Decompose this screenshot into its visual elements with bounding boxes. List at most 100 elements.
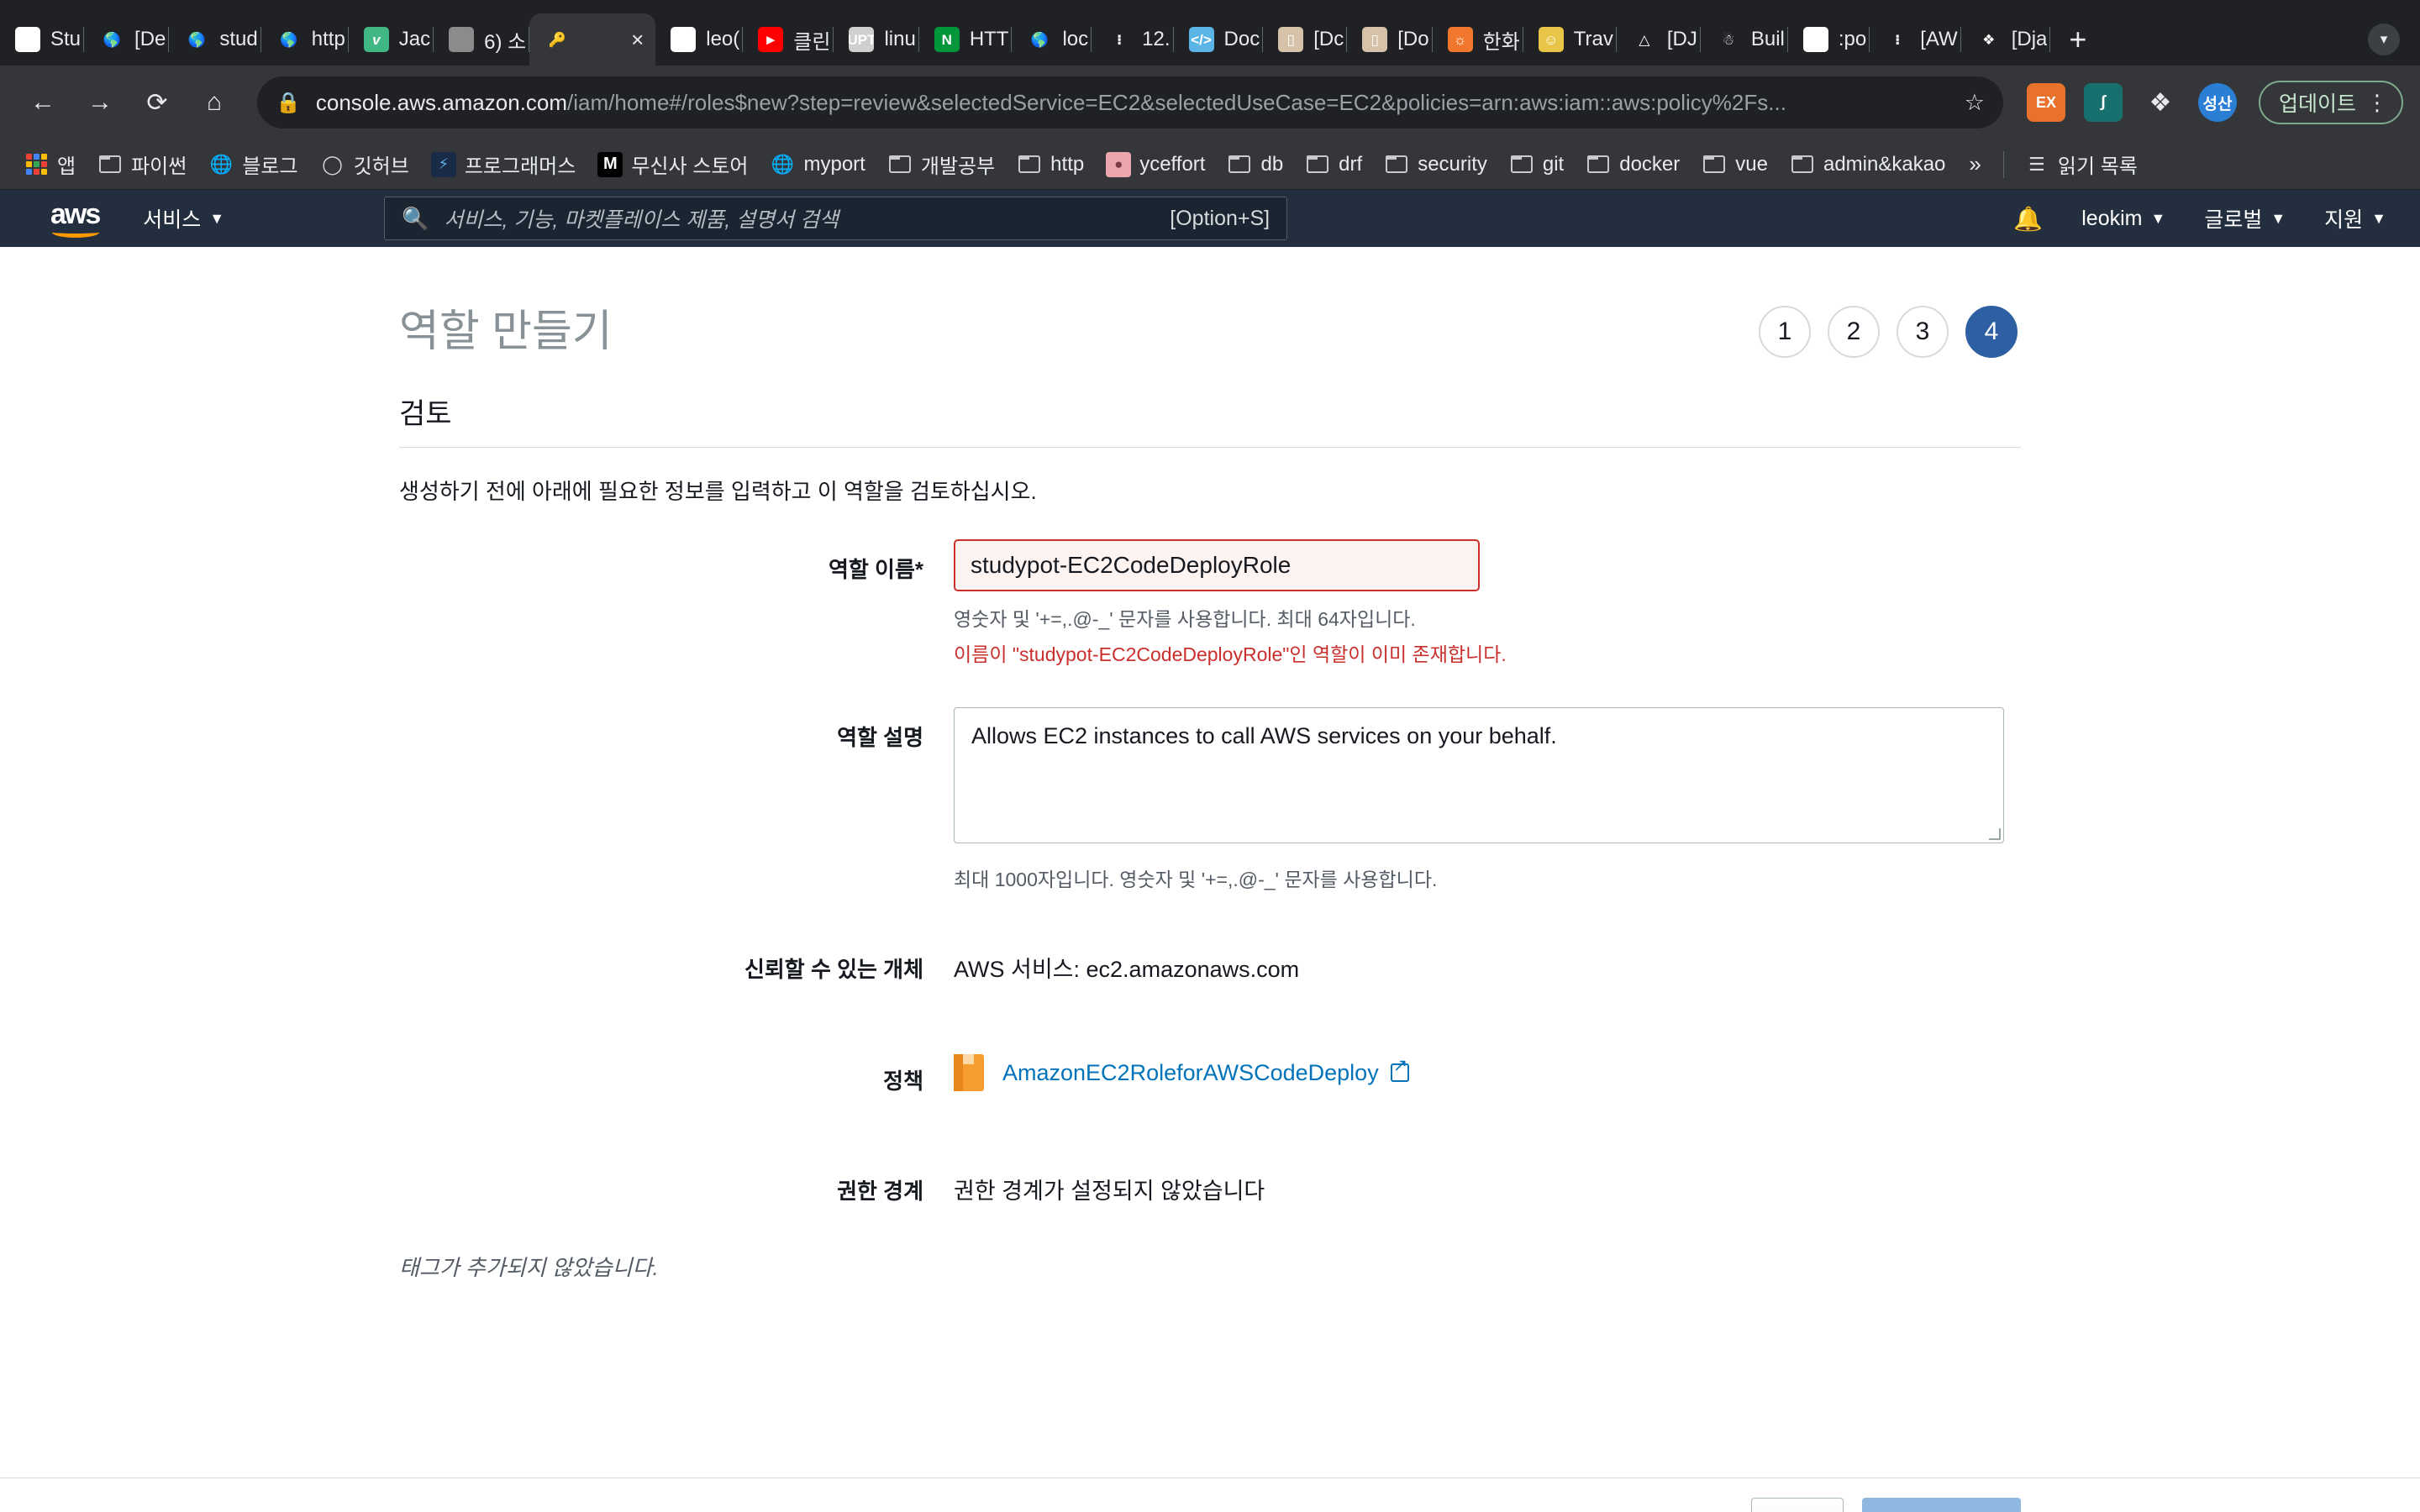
bookmark-folder-vue[interactable]: vue — [1691, 147, 1778, 182]
puzzle-extension-icon[interactable]: ❖ — [2141, 83, 2180, 122]
reading-list-button[interactable]: ☰ 읽기 목록 — [2014, 144, 2148, 184]
account-menu[interactable]: leokim ▼ — [2081, 207, 2165, 231]
browser-tab[interactable]: 🌎 stud — [169, 13, 262, 66]
bookmark-folder-python[interactable]: 파이썬 — [87, 144, 197, 184]
browser-tab[interactable]: ► 클린 — [743, 13, 834, 66]
window-menu-icon[interactable]: ▾ — [2368, 24, 2400, 55]
bookmark-musinsa[interactable]: M 무신사 스토어 — [587, 144, 758, 184]
folder-icon — [1702, 152, 1727, 177]
step-3[interactable]: 3 — [1897, 306, 1949, 358]
browser-tab[interactable]: ☃ Buil — [1701, 13, 1788, 66]
nginx-icon: N — [934, 27, 960, 52]
bookmark-folder-git[interactable]: git — [1499, 147, 1574, 182]
kebab-menu-icon[interactable]: ⋮ — [2366, 90, 2388, 116]
bookmark-star-icon[interactable]: ☆ — [1965, 90, 1985, 116]
step-1[interactable]: 1 — [1759, 306, 1811, 358]
avatar-icon: ● — [1106, 151, 1132, 177]
bookmarks-overflow-icon[interactable]: » — [1957, 151, 1992, 177]
browser-window: ● Stu 🌎 [De 🌎 stud 🌎 http v Jac 6) 소 🔑 × — [0, 0, 2420, 190]
bookmark-folder-drf[interactable]: drf — [1295, 147, 1372, 182]
bookmark-blog[interactable]: 🌐 블로그 — [198, 144, 308, 184]
browser-tab[interactable]: ❖ [Dja — [1961, 13, 2051, 66]
bookmark-label: 앱 — [57, 155, 76, 178]
step-2[interactable]: 2 — [1828, 306, 1880, 358]
vue-icon: v — [363, 27, 389, 52]
role-name-control: studypot-EC2CodeDeployRole 영숫자 및 '+=,.@-… — [954, 539, 2021, 667]
update-label: 업데이트 — [2278, 92, 2356, 116]
section-title: 검토 — [399, 391, 2021, 448]
new-tab-button[interactable]: + — [2050, 13, 2105, 66]
forward-button[interactable]: → — [74, 76, 126, 129]
role-description-textarea[interactable]: Allows EC2 instances to call AWS service… — [954, 707, 2004, 843]
role-description-hint: 최대 1000자입니다. 영숫자 및 '+=,.@-_' 문자를 사용합니다. — [954, 869, 1438, 890]
bookmark-folder-security[interactable]: security — [1374, 147, 1497, 182]
create-role-button[interactable]: 역할 만들기 — [1862, 1497, 2021, 1512]
browser-tab[interactable]: v Jac — [349, 13, 434, 66]
browser-tab[interactable]: ▯ [Do — [1347, 13, 1433, 66]
search-icon: 🔍 — [402, 205, 429, 231]
bookmark-label: 블로그 — [242, 155, 298, 178]
bookmark-folder-http[interactable]: http — [1007, 147, 1094, 182]
create-role-page: 1 2 3 4 역할 만들기 검토 생성하기 전에 아래에 필요한 정보를 입력… — [399, 247, 2021, 1282]
browser-tab[interactable]: UPT linu — [834, 13, 920, 66]
action-buttons: 취소 이전 역할 만들기 — [1672, 1497, 2021, 1512]
aws-logo[interactable]: aws — [50, 197, 101, 239]
previous-button[interactable]: 이전 — [1751, 1497, 1844, 1512]
book-icon: UPT — [849, 27, 875, 52]
role-description-row: 역할 설명 Allows EC2 instances to call AWS s… — [399, 707, 2021, 892]
cancel-button[interactable]: 취소 — [1672, 1508, 1733, 1512]
browser-tab[interactable]: ● :po — [1788, 13, 1870, 66]
github-icon: ● — [15, 27, 40, 52]
policy-link[interactable]: AmazonEC2RoleforAWSCodeDeploy — [1002, 1057, 1409, 1086]
close-icon[interactable]: × — [623, 29, 652, 50]
update-button[interactable]: 업데이트 ⋮ — [2258, 81, 2403, 124]
address-bar[interactable]: 🔒 console.aws.amazon.com/iam/home#/roles… — [257, 76, 2003, 129]
globe-icon: 🌎 — [103, 31, 121, 48]
bookmark-apps[interactable]: 앱 — [13, 144, 86, 184]
bookmark-folder-study[interactable]: 개발공부 — [877, 144, 1005, 184]
step-4-active[interactable]: 4 — [1965, 306, 2018, 358]
teal-extension-icon[interactable]: ∫ — [2083, 83, 2123, 122]
services-label: 서비스 — [143, 208, 202, 232]
search-input[interactable]: 🔍 서비스, 기능, 마켓플레이스 제품, 설명서 검색 [Option+S] — [384, 197, 1288, 240]
services-menu[interactable]: 서비스 ▼ — [143, 203, 224, 234]
bookmark-folder-docker[interactable]: docker — [1576, 147, 1690, 182]
back-button[interactable]: ← — [17, 76, 69, 129]
browser-tab[interactable]: ⁝ [AW — [1870, 13, 1962, 66]
tab-title: Trav — [1573, 28, 1613, 50]
browser-tab[interactable]: </> Doc — [1174, 13, 1264, 66]
aws-top-nav: aws 서비스 ▼ 🔍 서비스, 기능, 마켓플레이스 제품, 설명서 검색 [… — [0, 190, 2420, 247]
browser-tab[interactable]: ● Stu — [0, 13, 85, 66]
browser-tab[interactable]: ☺ Trav — [1523, 13, 1617, 66]
bookmark-folder-admin-kakao[interactable]: admin&kakao — [1780, 147, 1955, 182]
role-name-input[interactable]: studypot-EC2CodeDeployRole — [954, 539, 1480, 591]
support-menu[interactable]: 지원 ▼ — [2324, 203, 2386, 234]
browser-tab[interactable]: 6) 소 — [434, 13, 530, 66]
home-button[interactable]: ⌂ — [188, 76, 240, 129]
browser-tab[interactable]: N HTT — [919, 13, 1013, 66]
bookmark-myport[interactable]: 🌐 myport — [760, 147, 875, 182]
bookmark-github[interactable]: ◯ 깃허브 — [310, 144, 419, 184]
profile-avatar[interactable]: 성산 — [2197, 83, 2237, 122]
bookmark-folder-db[interactable]: db — [1217, 147, 1293, 182]
ex-extension-icon[interactable]: EX — [2026, 83, 2065, 122]
folder-icon — [1017, 152, 1042, 177]
browser-tab[interactable]: 🌎 loc — [1012, 13, 1092, 66]
browser-tab-active[interactable]: 🔑 × — [529, 13, 656, 66]
browser-tab[interactable]: ● leo( — [655, 13, 744, 66]
browser-tab[interactable]: ⁝ 12. — [1092, 13, 1174, 66]
aws-logo-text: aws — [50, 197, 101, 230]
bookmark-yceffort[interactable]: ● yceffort — [1096, 147, 1215, 182]
bookmark-programmers[interactable]: ⚡ 프로그래머스 — [421, 144, 586, 184]
browser-tab[interactable]: ☼ 한화 — [1433, 13, 1523, 66]
tab-title: 한화 — [1482, 30, 1520, 54]
bell-icon[interactable]: 🔔 — [2013, 205, 2043, 233]
browser-tab[interactable]: ▯ [Dc — [1263, 13, 1348, 66]
region-menu[interactable]: 글로벌 ▼ — [2204, 203, 2286, 234]
trusted-entities-value: AWS 서비스: ec2.amazonaws.com — [954, 957, 1300, 982]
browser-tab[interactable]: △ [DJ — [1617, 13, 1701, 66]
reload-button[interactable]: ⟳ — [131, 76, 183, 129]
browser-tab[interactable]: 🌎 http — [261, 13, 349, 66]
search-shortcut: [Option+S] — [1170, 206, 1270, 230]
browser-tab[interactable]: 🌎 [De — [84, 13, 170, 66]
